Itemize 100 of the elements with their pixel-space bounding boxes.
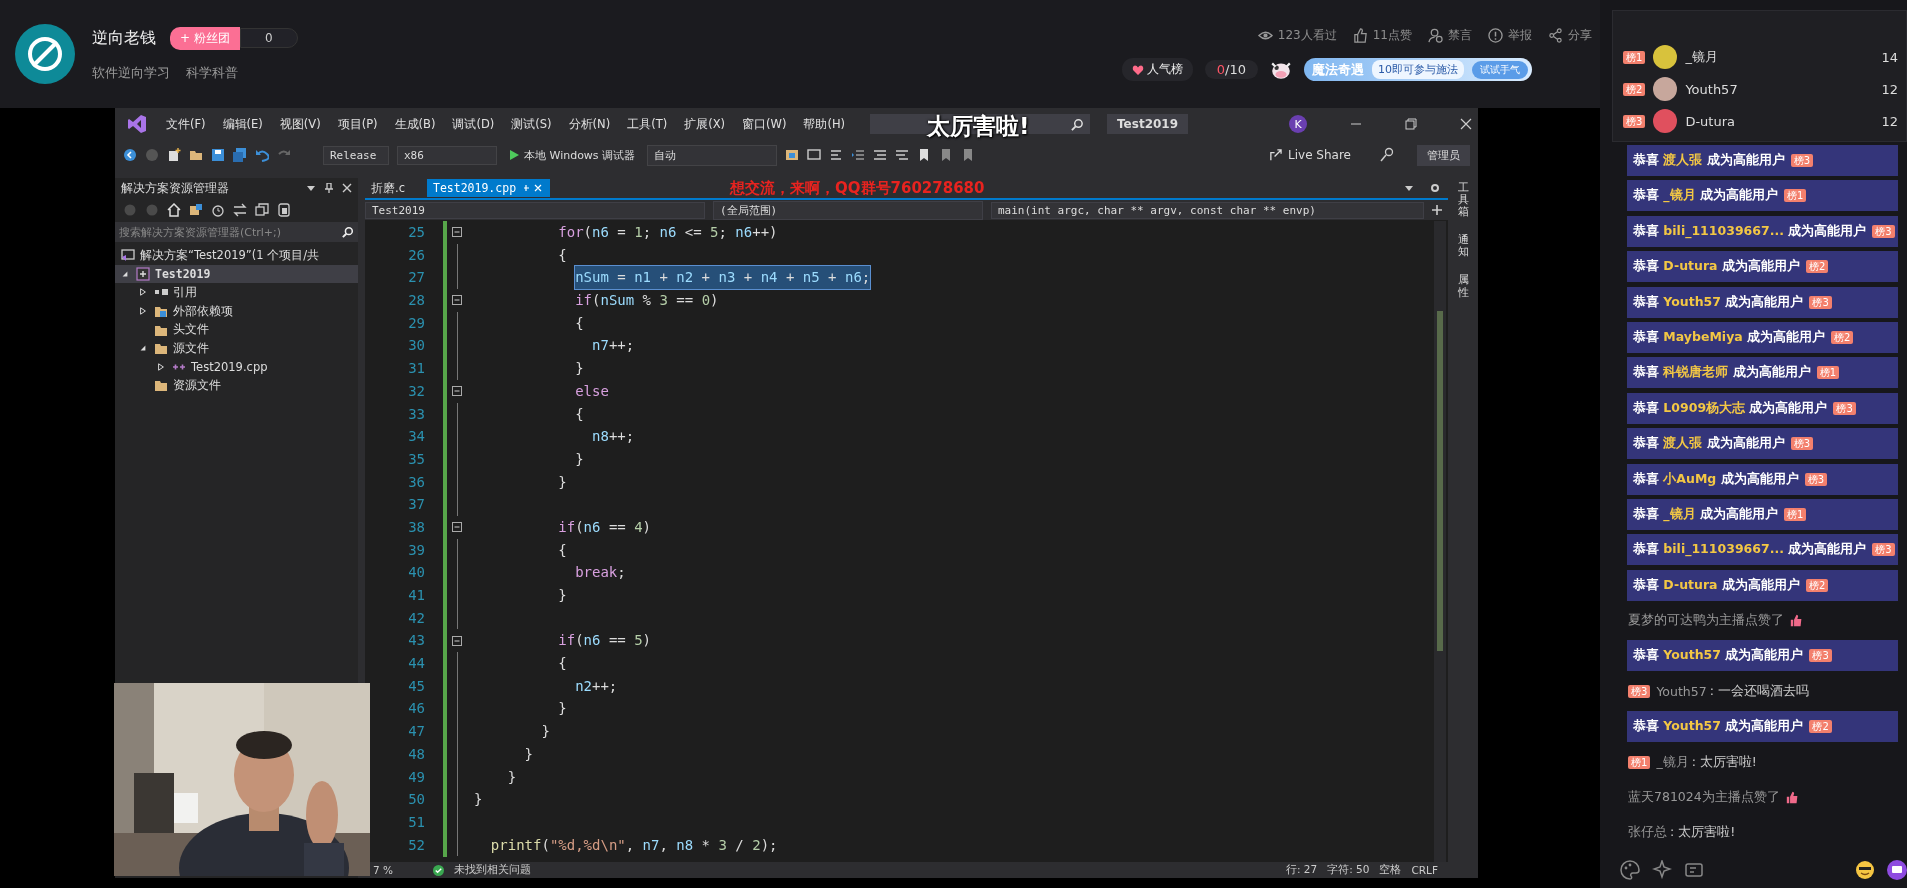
collapse-icon[interactable] bbox=[452, 635, 462, 646]
bookmark-icon[interactable] bbox=[785, 148, 800, 162]
step-icon[interactable] bbox=[829, 148, 844, 162]
side-tab[interactable]: 工具箱 bbox=[1457, 182, 1469, 219]
collapse-icon[interactable] bbox=[452, 522, 462, 533]
scrollbar[interactable] bbox=[1434, 221, 1446, 862]
menu-item[interactable]: 项目(P) bbox=[337, 116, 378, 132]
file-tab[interactable]: 折磨.c bbox=[365, 178, 411, 198]
menu-item[interactable]: 编辑(E) bbox=[222, 116, 263, 132]
expanded-arrow-icon[interactable] bbox=[139, 344, 147, 353]
menu-item[interactable]: 文件(F) bbox=[166, 116, 206, 132]
share-icon[interactable] bbox=[1548, 28, 1563, 43]
live-share-button[interactable]: Live Share bbox=[1263, 147, 1357, 163]
indent-icon[interactable] bbox=[851, 148, 866, 162]
account-avatar[interactable]: K bbox=[1289, 115, 1308, 133]
user-avatar[interactable] bbox=[1653, 45, 1678, 69]
indent-mode[interactable]: 空格 bbox=[1379, 863, 1402, 877]
collapse-icon[interactable] bbox=[452, 227, 462, 238]
start-debugger-button[interactable]: 本地 Windows 调试器 bbox=[505, 147, 640, 163]
home-icon[interactable] bbox=[167, 203, 181, 217]
user-name[interactable]: Youth57 bbox=[1685, 81, 1874, 97]
collapse-icon[interactable] bbox=[452, 295, 462, 306]
search-field[interactable]: 搜索解决方案资源管理器(Ctrl+;) bbox=[115, 222, 358, 242]
settings-icon[interactable] bbox=[1430, 183, 1440, 193]
tree-item[interactable]: 源文件 bbox=[173, 340, 209, 356]
platform-dropdown[interactable]: x86 bbox=[397, 145, 497, 165]
collapsed-arrow-icon[interactable] bbox=[157, 362, 165, 371]
collapse-icon[interactable] bbox=[452, 386, 462, 397]
popularity-button[interactable]: 人气榜 bbox=[1121, 58, 1193, 81]
streamer-avatar[interactable] bbox=[15, 24, 75, 84]
line-ending[interactable]: CRLF bbox=[1411, 864, 1438, 876]
dropdown-icon[interactable] bbox=[306, 183, 316, 193]
tree-item[interactable]: Test2019 bbox=[155, 266, 211, 281]
pin-icon[interactable] bbox=[324, 183, 334, 193]
user-avatar[interactable] bbox=[1653, 109, 1678, 133]
emoji-icon[interactable] bbox=[1855, 860, 1875, 880]
save-icon[interactable] bbox=[211, 148, 225, 162]
feedback-icon[interactable] bbox=[1379, 147, 1395, 163]
side-tab[interactable]: 通知 bbox=[1457, 234, 1469, 259]
tree-item[interactable]: Test2019.cpp bbox=[191, 359, 268, 374]
undo-icon[interactable] bbox=[255, 148, 269, 162]
comment-icon[interactable] bbox=[873, 148, 888, 162]
thumbs-up-icon[interactable] bbox=[1352, 28, 1368, 43]
switch-view-icon[interactable] bbox=[189, 203, 203, 217]
stat-label[interactable]: 禁言 bbox=[1448, 27, 1472, 44]
expanded-arrow-icon[interactable] bbox=[121, 269, 129, 278]
navigation-dropdown[interactable]: Test2019 bbox=[365, 201, 705, 219]
stat-label[interactable]: 分享 bbox=[1568, 27, 1592, 44]
new-item-icon[interactable] bbox=[167, 148, 181, 162]
search-icon[interactable] bbox=[342, 226, 354, 238]
collapse-icon[interactable] bbox=[255, 203, 269, 217]
issues-status[interactable]: 未找到相关问题 bbox=[454, 863, 531, 877]
screen-icon[interactable] bbox=[807, 148, 822, 162]
split-icon[interactable] bbox=[1432, 205, 1442, 215]
user-avatar[interactable] bbox=[1653, 77, 1678, 101]
menu-item[interactable]: 工具(T) bbox=[627, 116, 668, 132]
tree-item[interactable]: 头文件 bbox=[173, 322, 209, 338]
menu-item[interactable]: 调试(D) bbox=[452, 116, 495, 132]
menu-item[interactable]: 窗口(W) bbox=[742, 116, 787, 132]
sparkle-icon[interactable] bbox=[1652, 860, 1672, 880]
person-icon[interactable] bbox=[1428, 28, 1443, 43]
menu-item[interactable]: 分析(N) bbox=[568, 116, 611, 132]
debug-mode-dropdown[interactable]: 自动 bbox=[647, 144, 778, 166]
uncomment-icon[interactable] bbox=[895, 148, 910, 162]
menu-item[interactable]: 测试(S) bbox=[511, 116, 552, 132]
dropdown-icon[interactable] bbox=[1404, 183, 1414, 193]
close-icon[interactable] bbox=[342, 183, 352, 193]
file-tab[interactable]: Test2019.cpp bbox=[427, 179, 551, 197]
magic-event-banner[interactable]: 魔法奇遇 10即可参与施法 试试手气 bbox=[1304, 58, 1532, 81]
tree-item[interactable]: 外部依赖项 bbox=[173, 303, 233, 319]
chat-bubble-icon[interactable] bbox=[1887, 860, 1907, 880]
user-name[interactable]: _镜月 bbox=[1685, 48, 1874, 66]
side-tab[interactable]: 属性 bbox=[1457, 274, 1469, 299]
user-name[interactable]: _镜月 bbox=[1656, 753, 1689, 771]
tree-item[interactable]: 解决方案“Test2019”(1 个项目/共 bbox=[140, 247, 320, 263]
menu-item[interactable]: 生成(B) bbox=[394, 116, 436, 132]
tree-item[interactable]: 引用 bbox=[173, 285, 197, 300]
category-tag[interactable]: 软件逆向学习 bbox=[92, 63, 170, 82]
configuration-dropdown[interactable]: Release bbox=[323, 145, 389, 165]
tree-item[interactable]: 资源文件 bbox=[173, 377, 221, 393]
stat-label[interactable]: 举报 bbox=[1508, 27, 1532, 44]
user-name[interactable]: D-utura bbox=[1685, 113, 1874, 129]
palette-icon[interactable] bbox=[1620, 860, 1640, 880]
close-icon[interactable] bbox=[1460, 118, 1473, 130]
menu-item[interactable]: 扩展(X) bbox=[684, 116, 726, 132]
user-name[interactable]: 张仔总 bbox=[1628, 824, 1667, 842]
zoom-level[interactable]: 7 % bbox=[373, 864, 393, 876]
sync-icon[interactable] bbox=[233, 203, 247, 217]
category-tag[interactable]: 科学科普 bbox=[186, 63, 238, 82]
navigation-dropdown[interactable]: main(int argc, char ** argv, const char ** envp) bbox=[991, 201, 1424, 219]
search-icon[interactable] bbox=[1071, 117, 1085, 131]
user-name[interactable]: Youth57 bbox=[1656, 683, 1707, 699]
copy-icon[interactable] bbox=[277, 203, 291, 217]
collapsed-arrow-icon[interactable] bbox=[139, 288, 147, 297]
stat-label[interactable]: 11点赞 bbox=[1372, 27, 1412, 44]
admin-button[interactable]: 管理员 bbox=[1417, 144, 1470, 166]
restore-icon[interactable] bbox=[1405, 118, 1418, 130]
collapsed-arrow-icon[interactable] bbox=[139, 307, 147, 316]
save-all-icon[interactable] bbox=[233, 148, 247, 162]
history-icon[interactable] bbox=[211, 203, 225, 217]
